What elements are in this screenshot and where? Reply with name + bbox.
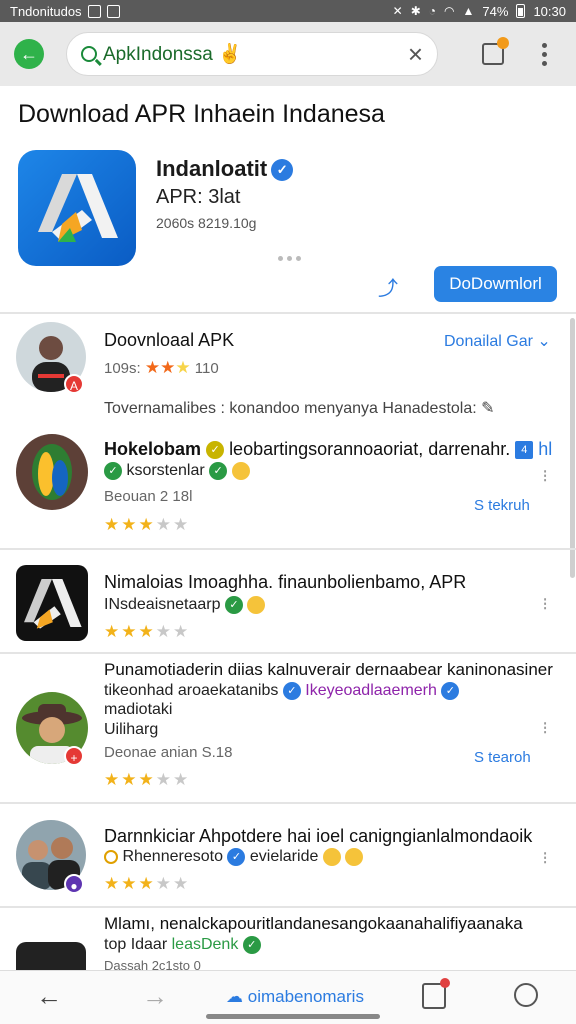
downloads-icon[interactable]	[422, 978, 450, 1009]
list-item-line: ✓ ksorstenlar ✓	[104, 462, 250, 480]
app-logo-icon	[18, 150, 136, 266]
review-title: Doovnloaal APK	[104, 330, 235, 350]
list-item-link[interactable]: S tekruh	[474, 497, 530, 514]
divider	[0, 548, 576, 550]
app-meta: 2060s 8219.10g	[156, 215, 257, 231]
status-app-label: Tndonitudos	[10, 3, 82, 19]
bluetooth-icon: ✱	[410, 4, 421, 18]
star-rating: ★ ★ ★ ★ ★	[104, 515, 189, 534]
check-icon: ✓	[227, 848, 246, 866]
chevron-down-icon: ⌄	[537, 333, 551, 350]
avatar-badge-icon: ●	[64, 874, 84, 894]
download-button[interactable]: DoDowmlorl	[434, 266, 557, 302]
review-meta: 109s: ★★★ 110	[104, 358, 219, 377]
smile-emoji-icon	[247, 596, 266, 614]
star-rating: ★ ★ ★ ★ ★	[104, 770, 189, 789]
nav-center-link[interactable]: ☁ oimabenomaris	[226, 987, 364, 1007]
share-icon[interactable]: ⤴	[378, 272, 398, 301]
notification-icon	[87, 4, 101, 18]
check-icon: ✓	[224, 596, 243, 614]
silent-icon: ✕	[392, 4, 403, 18]
home-indicator[interactable]	[206, 1014, 380, 1019]
list-item-line: Uiliharg	[104, 721, 159, 738]
edit-icon[interactable]: ✎	[481, 400, 494, 417]
avatar-badge-icon: A	[64, 374, 84, 394]
list-item-meta: Beouan 2 18l	[104, 488, 193, 505]
nav-forward-icon[interactable]: →	[142, 981, 168, 1012]
close-icon[interactable]: ×	[408, 41, 423, 67]
app-icon[interactable]	[16, 942, 86, 972]
divider	[0, 906, 576, 908]
list-item-title: Mlamı, nenalckapouritlandanesangokaanaha…	[104, 914, 523, 933]
cloud-icon: ☁	[226, 987, 243, 1006]
browser-toolbar: ← ApkIndonssa ✌ ×	[0, 22, 576, 86]
list-item-meta: Deonae anian S.18	[104, 744, 233, 761]
list-item-line: top Idaar leasDenk ✓	[104, 936, 261, 954]
check-icon: ✓	[206, 441, 225, 460]
address-bar[interactable]: ApkIndonssa ✌ ×	[66, 32, 438, 76]
list-item-line: Rhenneresoto ✓ evielaride	[104, 848, 364, 866]
menu-more-icon[interactable]	[542, 42, 547, 66]
notification-icon-2	[106, 4, 120, 18]
more-options-icon[interactable]: ⁝	[542, 466, 548, 487]
list-item-line: INsdeaisnetaarp ✓	[104, 596, 266, 614]
url-text[interactable]: ApkIndonssa ✌	[103, 42, 408, 66]
avatar-badge-icon: +	[64, 746, 84, 766]
verified-icon: ✓	[271, 159, 294, 182]
tag-icon: 4	[515, 441, 534, 460]
app-name: Indanloatit ✓	[156, 156, 294, 182]
smile-emoji-icon	[231, 462, 250, 480]
check-icon: ✓	[282, 682, 301, 700]
star-rating: ★ ★ ★ ★ ★	[104, 622, 189, 641]
list-item-line: tikeonhad aroaekatanibs ✓ Ikeyeoadlaaeme…	[104, 682, 460, 700]
profile-icon[interactable]	[514, 983, 538, 1007]
tabs-badge	[497, 37, 509, 49]
list-item-title: Punamotiaderin diias kalnuverair dernaab…	[104, 660, 553, 679]
downloads-badge	[440, 978, 450, 988]
more-options-icon[interactable]: ⁝	[542, 848, 548, 869]
check-icon: ✓	[209, 462, 228, 480]
divider	[0, 312, 576, 314]
circle-icon	[104, 850, 118, 864]
back-arrow-icon[interactable]: ←	[14, 39, 44, 69]
more-options-icon[interactable]: ⁝	[542, 594, 548, 615]
smile-emoji-icon	[345, 848, 364, 866]
check-icon: ✓	[242, 936, 261, 954]
comment-summary: Tovernamalibes : konandoo menyanya Hanad…	[104, 400, 495, 417]
tabs-icon[interactable]	[482, 37, 509, 65]
check-icon: ✓	[104, 462, 122, 480]
wifi-icon: ◠	[444, 4, 455, 18]
list-item-link[interactable]: S tearoh	[474, 749, 531, 766]
app-subtitle: APR: 3lat	[156, 186, 241, 208]
avatar[interactable]	[16, 434, 88, 510]
list-item-line: madiotaki	[104, 701, 173, 718]
check-icon: ✓	[441, 682, 460, 700]
list-item-title: Darnnkiciar Ahpotdere hai ioel canigngia…	[104, 826, 533, 846]
divider	[0, 652, 576, 654]
scrollbar[interactable]	[570, 318, 575, 578]
battery-percent: 74%	[482, 3, 509, 19]
star-icon: ★★	[144, 358, 176, 377]
status-bar: Tndonitudos ✕ ✱ ◔ ◠ ▲ 74% 10:30	[0, 0, 576, 22]
hand-emoji-icon: ✌	[218, 44, 242, 65]
page-title: Download APR Inhaein Indanesa	[18, 100, 385, 128]
filter-dropdown[interactable]: Donailal Gar ⌄	[444, 331, 551, 351]
list-item-title: Hokelobam ✓ leobartingsorannoaoriat, dar…	[104, 439, 553, 460]
status-time: 10:30	[533, 3, 566, 19]
list-item-title: Nimaloias Imoaghha. finaunbolienbamo, AP…	[104, 572, 467, 592]
more-options-icon[interactable]: ⁝	[542, 718, 548, 739]
signal-icon: ▲	[462, 4, 475, 18]
pager-dots	[278, 256, 301, 261]
star-rating: ★ ★ ★ ★ ★	[104, 874, 189, 893]
star-icon: ★	[175, 358, 191, 377]
nav-back-icon[interactable]: ←	[36, 981, 62, 1012]
divider	[0, 802, 576, 804]
battery-icon	[516, 4, 526, 18]
alarm-icon: ◔	[428, 4, 437, 18]
smile-emoji-icon	[322, 848, 341, 866]
app-icon[interactable]	[16, 565, 88, 641]
search-icon	[81, 46, 97, 62]
